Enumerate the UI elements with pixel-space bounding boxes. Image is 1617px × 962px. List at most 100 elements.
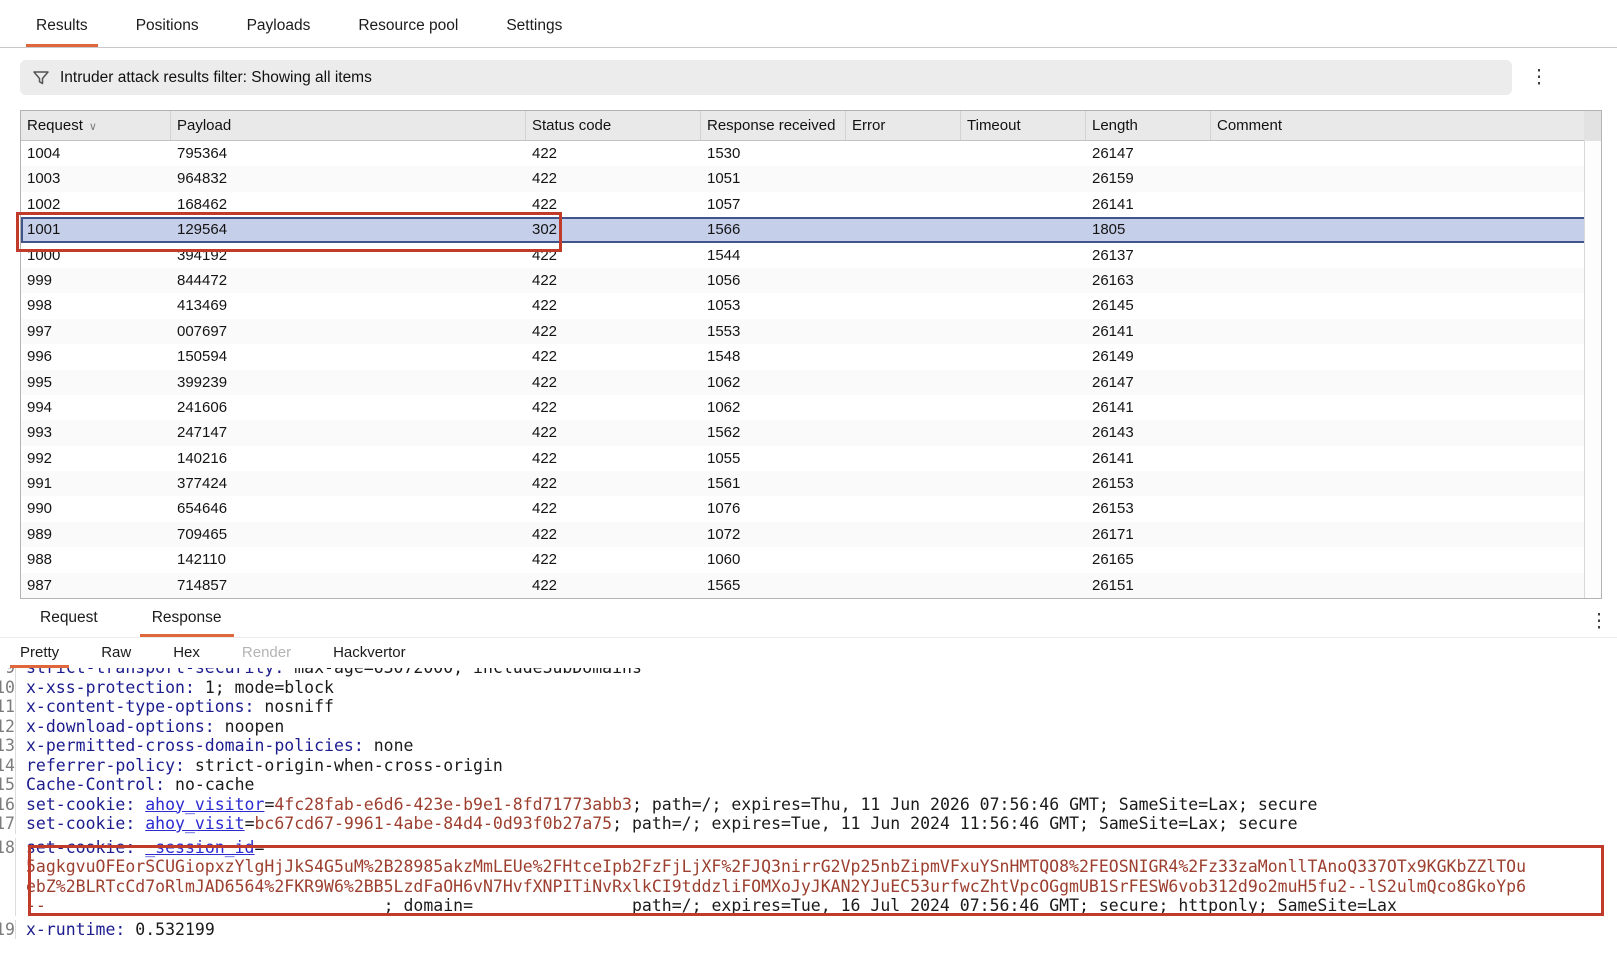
cell-comment [1211,496,1601,521]
cell-comment [1211,446,1601,471]
result-row-994[interactable]: 994241606422106226141 [21,395,1601,420]
cell-timeout [961,293,1086,318]
result-row-999[interactable]: 999844472422105626163 [21,268,1601,293]
column-header-request[interactable]: Request∨ [21,111,171,140]
result-row-991[interactable]: 991377424422156126153 [21,471,1601,496]
intruder-tab-bar: Results Positions Payloads Resource pool Set… [0,0,1617,48]
result-row-990[interactable]: 990654646422107626153 [21,496,1601,521]
tab-settings[interactable]: Settings [496,7,572,47]
cell-payload: 654646 [171,496,526,521]
filter-row: Intruder attack results filter: Showing … [0,60,1617,96]
line-content: Cache-Control: no-cache [16,775,254,795]
tab-results[interactable]: Results [26,7,98,47]
result-row-989[interactable]: 989709465422107226171 [21,522,1601,547]
column-header-response-received[interactable]: Response received [701,111,846,140]
cell-response-received: 1561 [701,471,846,496]
cell-comment [1211,420,1601,445]
column-header-length[interactable]: Length [1086,111,1211,140]
cell-payload: 795364 [171,141,526,166]
response-line-wrap: 5agkgvuOFEorSCUGiopxzYlgHjJkS4G5uM%2B289… [0,857,1617,877]
line-number: 12 [0,717,16,737]
column-header-comment[interactable]: Comment [1211,111,1601,140]
cell-request: 990 [21,496,171,521]
cell-error [846,420,961,445]
cell-response-received: 1060 [701,547,846,572]
cell-request: 994 [21,395,171,420]
cell-comment [1211,293,1601,318]
editor-view-bar: PrettyRawHexRenderHackvertor [0,638,1617,668]
cell-response-received: 1056 [701,268,846,293]
result-row-1002[interactable]: 1002168462422105726141 [21,192,1601,217]
cell-length: 26153 [1086,496,1211,521]
cell-comment [1211,547,1601,572]
line-number: 11 [0,697,16,717]
tab-response[interactable]: Response [140,601,234,637]
result-row-1001[interactable]: 100112956430215661805 [21,217,1601,242]
cell-error [846,395,961,420]
results-menu-icon[interactable]: ⋮ [1529,63,1549,93]
cell-length: 26159 [1086,166,1211,191]
cell-length: 26149 [1086,344,1211,369]
cell-response-received: 1562 [701,420,846,445]
response-line-18: 18set-cookie: _session_id= [0,838,1617,858]
column-label: Length [1092,117,1138,134]
view-tab-pretty[interactable]: Pretty [10,639,69,668]
cell-error [846,547,961,572]
response-editor[interactable]: 9strict-transport-security: max-age=6307… [0,668,1617,962]
cell-payload: 241606 [171,395,526,420]
cell-error [846,446,961,471]
tab-request[interactable]: Request [28,601,110,637]
cell-length: 26137 [1086,243,1211,268]
column-header-timeout[interactable]: Timeout [961,111,1086,140]
cell-response-received: 1053 [701,293,846,318]
result-row-987[interactable]: 987714857422156526151 [21,573,1601,598]
cell-status-code: 422 [526,319,701,344]
result-row-1000[interactable]: 1000394192422154426137 [21,243,1601,268]
tab-payloads[interactable]: Payloads [237,7,321,47]
result-row-1003[interactable]: 1003964832422105126159 [21,166,1601,191]
result-row-996[interactable]: 996150594422154826149 [21,344,1601,369]
cell-timeout [961,192,1086,217]
cell-error [846,471,961,496]
cell-status-code: 422 [526,344,701,369]
result-row-995[interactable]: 995399239422106226147 [21,370,1601,395]
results-filter-bar[interactable]: Intruder attack results filter: Showing … [20,60,1512,95]
cell-status-code: 422 [526,166,701,191]
response-line-15: 15Cache-Control: no-cache [0,775,1617,795]
cell-status-code: 422 [526,243,701,268]
message-editor-menu-icon[interactable]: ⋮ [1589,610,1609,633]
view-tab-hex[interactable]: Hex [163,639,210,668]
cell-timeout [961,243,1086,268]
line-number: 14 [0,756,16,776]
cell-payload: 399239 [171,370,526,395]
cell-error [846,370,961,395]
result-row-992[interactable]: 992140216422105526141 [21,446,1601,471]
column-header-error[interactable]: Error [846,111,961,140]
result-row-998[interactable]: 998413469422105326145 [21,293,1601,318]
view-tab-hackvertor[interactable]: Hackvertor [323,639,416,668]
response-line-wrap: -- ; domain= path=/; expires=Tue, 16 Jul… [0,896,1617,916]
result-row-997[interactable]: 997007697422155326141 [21,319,1601,344]
cell-length: 26153 [1086,471,1211,496]
line-number: 13 [0,736,16,756]
response-line-17: 17set-cookie: ahoy_visit=bc67cd67-9961-4… [0,814,1617,834]
results-table-body: 1004795364422153026147100396483242210512… [21,141,1601,599]
cell-comment [1211,319,1601,344]
cell-status-code: 422 [526,395,701,420]
cell-comment [1211,141,1601,166]
table-scrollbar[interactable] [1584,111,1601,598]
line-number [0,896,16,916]
cell-length: 26141 [1086,319,1211,344]
column-header-payload[interactable]: Payload [171,111,526,140]
tab-resource-pool[interactable]: Resource pool [348,7,468,47]
line-content: x-permitted-cross-domain-policies: none [16,736,413,756]
column-header-status-code[interactable]: Status code [526,111,701,140]
cell-response-received: 1544 [701,243,846,268]
result-row-993[interactable]: 993247147422156226143 [21,420,1601,445]
cell-error [846,573,961,598]
result-row-1004[interactable]: 1004795364422153026147 [21,141,1601,166]
view-tab-raw[interactable]: Raw [91,639,141,668]
result-row-988[interactable]: 988142110422106026165 [21,547,1601,572]
tab-positions[interactable]: Positions [126,7,209,47]
cell-payload: 168462 [171,192,526,217]
